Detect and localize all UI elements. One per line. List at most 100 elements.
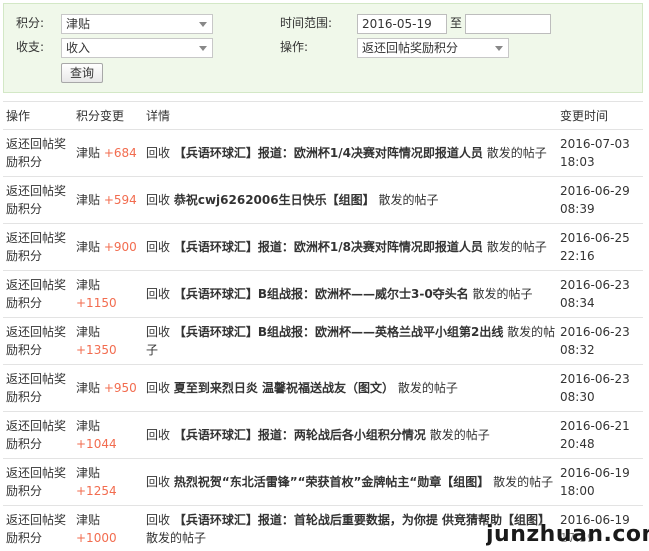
row-change-time: 2016-06-19 18:00: [557, 458, 643, 506]
site-watermark: junzhuan.com: [486, 522, 649, 547]
change-date: 2016-06-29: [560, 184, 630, 198]
change-clock: 20:48: [560, 437, 595, 451]
header-operation: 操作: [3, 101, 73, 130]
income-select[interactable]: 收入: [61, 38, 213, 58]
recover-label: 回收: [146, 428, 171, 442]
credit-type: 津贴: [76, 466, 101, 480]
change-clock: 08:39: [560, 202, 595, 216]
recover-label: 回收: [146, 513, 171, 527]
row-operation: 返还回帖奖励积分: [3, 458, 73, 506]
detail-suffix: 散发的帖子: [472, 287, 533, 301]
operation-select-value: 返还回帖奖励积分: [362, 41, 459, 55]
change-date: 2016-07-03: [560, 137, 630, 151]
credit-amount: +950: [103, 381, 137, 395]
credit-type: 津贴: [76, 419, 101, 433]
thread-link[interactable]: 夏至到来烈日炎 温馨祝福送战友（图文）: [174, 381, 394, 395]
change-clock: 08:30: [560, 390, 595, 404]
recover-label: 回收: [146, 193, 171, 207]
detail-suffix: 散发的帖子: [493, 475, 554, 489]
operation-label: 操作:: [280, 40, 309, 54]
date-from-input[interactable]: [357, 14, 447, 34]
credit-amount: +1044: [76, 437, 117, 451]
header-change-time: 变更时间: [557, 101, 643, 130]
change-clock: 18:03: [560, 155, 595, 169]
table-row: 返还回帖奖励积分 津贴 +1044 回收 【兵语环球汇】报道：两轮战后各小组积分…: [3, 411, 643, 459]
row-change-time: 2016-06-21 20:48: [557, 411, 643, 459]
credit-type: 津贴: [76, 240, 101, 254]
thread-link[interactable]: 恭祝cwj6262006生日快乐【组图】: [174, 193, 375, 207]
header-credit-change: 积分变更: [73, 101, 143, 130]
detail-suffix: 散发的帖子: [486, 240, 547, 254]
points-label: 积分:: [16, 16, 45, 30]
recover-label: 回收: [146, 240, 171, 254]
credit-amount: +1000: [76, 531, 117, 545]
income-label: 收支:: [16, 40, 45, 54]
credit-amount: +684: [103, 146, 137, 160]
detail-suffix: 散发的帖子: [486, 146, 547, 160]
credit-amount: +1350: [76, 343, 117, 357]
query-button[interactable]: 查询: [61, 63, 103, 83]
row-credit-change: 津贴 +1350: [73, 317, 143, 365]
row-operation: 返还回帖奖励积分: [3, 505, 73, 551]
date-separator: 至: [450, 16, 463, 30]
recover-label: 回收: [146, 475, 171, 489]
credit-amount: +1150: [76, 296, 117, 310]
points-select-value: 津贴: [66, 17, 91, 31]
chevron-down-icon: [199, 22, 207, 27]
table-row: 返还回帖奖励积分 津贴 +594 回收 恭祝cwj6262006生日快乐【组图】…: [3, 176, 643, 224]
header-detail: 详情: [143, 101, 557, 130]
row-detail: 回收 【兵语环球汇】报道：欧洲杯1/4决赛对阵情况即报道人员 散发的帖子: [143, 129, 557, 177]
change-clock: 22:16: [560, 249, 595, 263]
detail-suffix: 散发的帖子: [146, 531, 207, 545]
row-detail: 回收 夏至到来烈日炎 温馨祝福送战友（图文） 散发的帖子: [143, 364, 557, 412]
detail-suffix: 散发的帖子: [378, 193, 439, 207]
row-credit-change: 津贴 +594: [73, 176, 143, 224]
credit-type: 津贴: [76, 278, 101, 292]
row-detail: 回收 【兵语环球汇】报道：欧洲杯1/8决赛对阵情况即报道人员 散发的帖子: [143, 223, 557, 271]
credit-type: 津贴: [76, 513, 101, 527]
table-body: 返还回帖奖励积分 津贴 +684 回收 【兵语环球汇】报道：欧洲杯1/4决赛对阵…: [3, 129, 643, 551]
row-operation: 返还回帖奖励积分: [3, 176, 73, 224]
change-date: 2016-06-25: [560, 231, 630, 245]
detail-suffix: 散发的帖子: [429, 428, 490, 442]
table-header-row: 操作 积分变更 详情 变更时间: [3, 101, 643, 130]
table-row: 返还回帖奖励积分 津贴 +1254 回收 热烈祝贺“东北活雷锋”“荣获首枚”金牌…: [3, 458, 643, 506]
thread-link[interactable]: 【兵语环球汇】报道：两轮战后各小组积分情况: [174, 428, 426, 442]
recover-label: 回收: [146, 146, 171, 160]
thread-link[interactable]: 【兵语环球汇】报道：欧洲杯1/4决赛对阵情况即报道人员: [174, 146, 483, 160]
credit-type: 津贴: [76, 325, 101, 339]
row-credit-change: 津贴 +684: [73, 129, 143, 177]
thread-link[interactable]: 【兵语环球汇】B组战报：欧洲杯——英格兰战平小组第2出线: [174, 325, 504, 339]
row-credit-change: 津贴 +1000: [73, 505, 143, 551]
credit-amount: +900: [103, 240, 137, 254]
row-detail: 回收 【兵语环球汇】B组战报：欧洲杯——英格兰战平小组第2出线 散发的帖子: [143, 317, 557, 365]
chevron-down-icon: [495, 46, 503, 51]
time-range-label: 时间范围:: [280, 16, 333, 30]
date-to-input[interactable]: [465, 14, 551, 34]
row-credit-change: 津贴 +1150: [73, 270, 143, 318]
table-row: 返还回帖奖励积分 津贴 +684 回收 【兵语环球汇】报道：欧洲杯1/4决赛对阵…: [3, 129, 643, 177]
thread-link[interactable]: 【兵语环球汇】报道：欧洲杯1/8决赛对阵情况即报道人员: [174, 240, 483, 254]
change-date: 2016-06-23: [560, 325, 630, 339]
points-select[interactable]: 津贴: [61, 14, 213, 34]
credit-amount: +594: [103, 193, 137, 207]
row-change-time: 2016-06-23 08:30: [557, 364, 643, 412]
table-row: 返还回帖奖励积分 津贴 +900 回收 【兵语环球汇】报道：欧洲杯1/8决赛对阵…: [3, 223, 643, 271]
change-clock: 18:00: [560, 484, 595, 498]
row-change-time: 2016-06-25 22:16: [557, 223, 643, 271]
row-detail: 回收 【兵语环球汇】报道：两轮战后各小组积分情况 散发的帖子: [143, 411, 557, 459]
row-operation: 返还回帖奖励积分: [3, 129, 73, 177]
detail-suffix: 散发的帖子: [397, 381, 458, 395]
thread-link[interactable]: 热烈祝贺“东北活雷锋”“荣获首枚”金牌帖主“勋章【组图】: [174, 475, 489, 489]
row-credit-change: 津贴 +1254: [73, 458, 143, 506]
credit-type: 津贴: [76, 146, 101, 160]
thread-link[interactable]: 【兵语环球汇】B组战报：欧洲杯——威尔士3-0夺头名: [174, 287, 469, 301]
filter-panel: 积分: 津贴 时间范围: 至 收支: 收入 操作: 返还回帖奖励积分 查询: [3, 3, 643, 93]
change-clock: 08:34: [560, 296, 595, 310]
row-operation: 返还回帖奖励积分: [3, 223, 73, 271]
operation-select[interactable]: 返还回帖奖励积分: [357, 38, 509, 58]
table-row: 返还回帖奖励积分 津贴 +1350 回收 【兵语环球汇】B组战报：欧洲杯——英格…: [3, 317, 643, 365]
row-change-time: 2016-06-29 08:39: [557, 176, 643, 224]
income-select-value: 收入: [66, 41, 91, 55]
row-detail: 回收 热烈祝贺“东北活雷锋”“荣获首枚”金牌帖主“勋章【组图】 散发的帖子: [143, 458, 557, 506]
